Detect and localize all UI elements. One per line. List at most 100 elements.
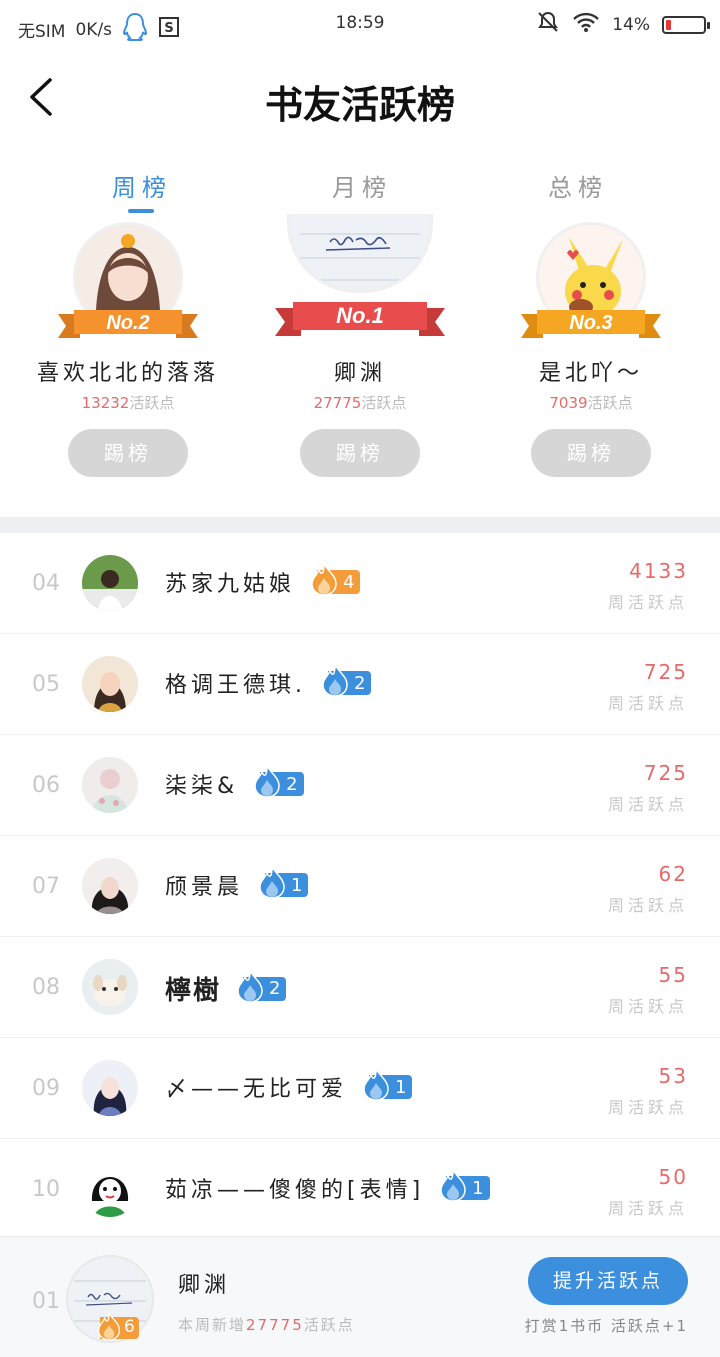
kick-button[interactable]: 踢榜 — [68, 429, 188, 477]
avatar — [82, 1060, 138, 1116]
user-name-text: 〆——无比可爱 — [165, 1077, 348, 1102]
avatar — [287, 214, 433, 293]
rank-ribbon: No.2 — [58, 308, 198, 342]
podium-rank-1[interactable]: No.1 卿渊 27775活跃点 踢榜 — [250, 214, 470, 490]
points-value: 13232 — [81, 394, 130, 412]
avatar — [82, 959, 138, 1015]
rank-number: 04 — [32, 571, 60, 596]
rank-ribbon: No.1 — [275, 300, 445, 340]
score-label: 周活跃点 — [607, 1199, 688, 1218]
weekly-score: 4133 — [629, 559, 688, 583]
score-label: 周活跃点 — [607, 795, 688, 814]
rank-ribbon: No.3 — [521, 308, 661, 342]
level-badge: 4 — [311, 561, 361, 596]
points-value: 7039 — [549, 394, 588, 412]
podium-points: 7039活跃点 — [481, 392, 701, 413]
rank-number: 06 — [32, 773, 60, 798]
rank-label: No.1 — [336, 303, 384, 328]
flame-icon — [309, 561, 339, 601]
user-name: 颀景晨 1 — [165, 864, 309, 901]
user-name-text: 苏家九姑娘 — [165, 572, 296, 597]
avatar — [82, 656, 138, 712]
tab-bar: 周榜 月榜 总榜 — [0, 160, 720, 220]
list-item[interactable]: 07 颀景晨 1 62 周活跃点 — [0, 836, 720, 937]
list-item[interactable]: 04 苏家九姑娘 4 4133 周活跃点 — [0, 533, 720, 634]
battery-fill — [666, 19, 671, 30]
flame-icon — [361, 1066, 391, 1106]
weekly-score: 725 — [643, 660, 688, 684]
ranking-list: 04 苏家九姑娘 4 4133 周活跃点 05 格调王德琪. 2 725 周活跃点 … — [0, 533, 720, 1240]
tab-monthly[interactable]: 月榜 — [292, 168, 432, 203]
list-item[interactable]: 05 格调王德琪. 2 725 周活跃点 — [0, 634, 720, 735]
my-level-badge: 6 — [97, 1310, 139, 1341]
podium-points: 13232活跃点 — [18, 392, 238, 413]
my-name: 卿渊 — [178, 1273, 231, 1298]
header: 书友活跃榜 — [0, 50, 720, 145]
podium-rank-2[interactable]: No.2 喜欢北北的落落 13232活跃点 踢榜 — [18, 220, 238, 490]
rank-number: 10 — [32, 1177, 60, 1202]
status-bar: 无SIM 0K/s S 18:59 14% — [0, 0, 720, 50]
rank-label: No.2 — [106, 312, 150, 334]
list-item[interactable]: 09 〆——无比可爱 1 53 周活跃点 — [0, 1038, 720, 1139]
level-value: 2 — [269, 978, 281, 999]
boost-tip: 打赏1书币 活跃点+1 — [524, 1317, 688, 1335]
user-name: 檸樹 2 — [165, 967, 287, 1008]
score-label: 周活跃点 — [607, 593, 688, 612]
user-name-text: 茹凉——傻傻的[表情] — [165, 1178, 425, 1203]
flame-icon — [438, 1167, 468, 1207]
user-name: 格调王德琪. 2 — [165, 662, 372, 699]
user-name-text: 颀景晨 — [165, 875, 244, 900]
user-name-text: 格调王德琪. — [165, 673, 306, 698]
list-item[interactable]: 06 柒柒& 2 725 周活跃点 — [0, 735, 720, 836]
kick-button[interactable]: 踢榜 — [531, 429, 651, 477]
level-badge: 1 — [259, 864, 309, 899]
user-name: 〆——无比可爱 1 — [165, 1066, 413, 1103]
active-tab-indicator — [128, 209, 154, 213]
tab-weekly[interactable]: 周榜 — [72, 168, 212, 203]
flame-icon — [235, 967, 265, 1008]
avatar — [82, 1161, 138, 1217]
list-item[interactable]: 08 檸樹 2 55 周活跃点 — [0, 937, 720, 1038]
my-rank-number: 01 — [32, 1289, 60, 1314]
weekly-score: 50 — [658, 1165, 688, 1189]
kick-button[interactable]: 踢榜 — [300, 429, 420, 477]
my-rank-bar: 01 6 卿渊 本周新增27775活跃点 提升活跃点 打赏1书币 活跃点+1 — [0, 1236, 720, 1357]
rank-number: 08 — [32, 975, 60, 1000]
score-label: 周活跃点 — [607, 997, 688, 1016]
level-value: 1 — [291, 874, 303, 896]
level-badge: 1 — [440, 1167, 490, 1202]
tab-total[interactable]: 总榜 — [508, 168, 648, 203]
week-suffix: 活跃点 — [303, 1316, 355, 1334]
boost-activity-button[interactable]: 提升活跃点 — [528, 1257, 688, 1305]
level-value: 2 — [286, 773, 298, 795]
points-suffix: 活跃点 — [361, 394, 407, 412]
flame-icon — [257, 864, 287, 904]
level-value: 1 — [472, 1177, 484, 1199]
podium-name: 卿渊 — [333, 361, 386, 386]
level-value: 4 — [343, 571, 355, 593]
score-label: 周活跃点 — [607, 1098, 688, 1117]
section-divider — [0, 517, 720, 533]
podium-rank-3[interactable]: No.3 是北吖～ 7039活跃点 踢榜 — [481, 220, 701, 490]
avatar — [82, 858, 138, 914]
level-badge: 1 — [363, 1066, 413, 1101]
user-name-text: 柒柒& — [165, 774, 239, 799]
level-value: 1 — [395, 1076, 407, 1098]
rank-number: 05 — [32, 672, 60, 697]
my-week-points: 本周新增27775活跃点 — [178, 1314, 355, 1335]
rank-number: 09 — [32, 1076, 60, 1101]
flame-icon — [320, 662, 350, 702]
level-value: 2 — [354, 672, 366, 694]
weekly-score: 62 — [658, 862, 688, 886]
rank-label: No.3 — [569, 312, 613, 334]
list-item[interactable]: 10 茹凉——傻傻的[表情] 1 50 周活跃点 — [0, 1139, 720, 1240]
weekly-score: 725 — [643, 761, 688, 785]
avatar — [82, 757, 138, 813]
score-label: 周活跃点 — [607, 896, 688, 915]
user-name: 柒柒& 2 — [165, 763, 304, 800]
week-points-value: 27775 — [246, 1316, 304, 1334]
weekly-score: 53 — [658, 1064, 688, 1088]
my-level-value: 6 — [124, 1317, 135, 1337]
battery-icon — [662, 15, 710, 34]
level-badge: 2 — [322, 662, 372, 697]
